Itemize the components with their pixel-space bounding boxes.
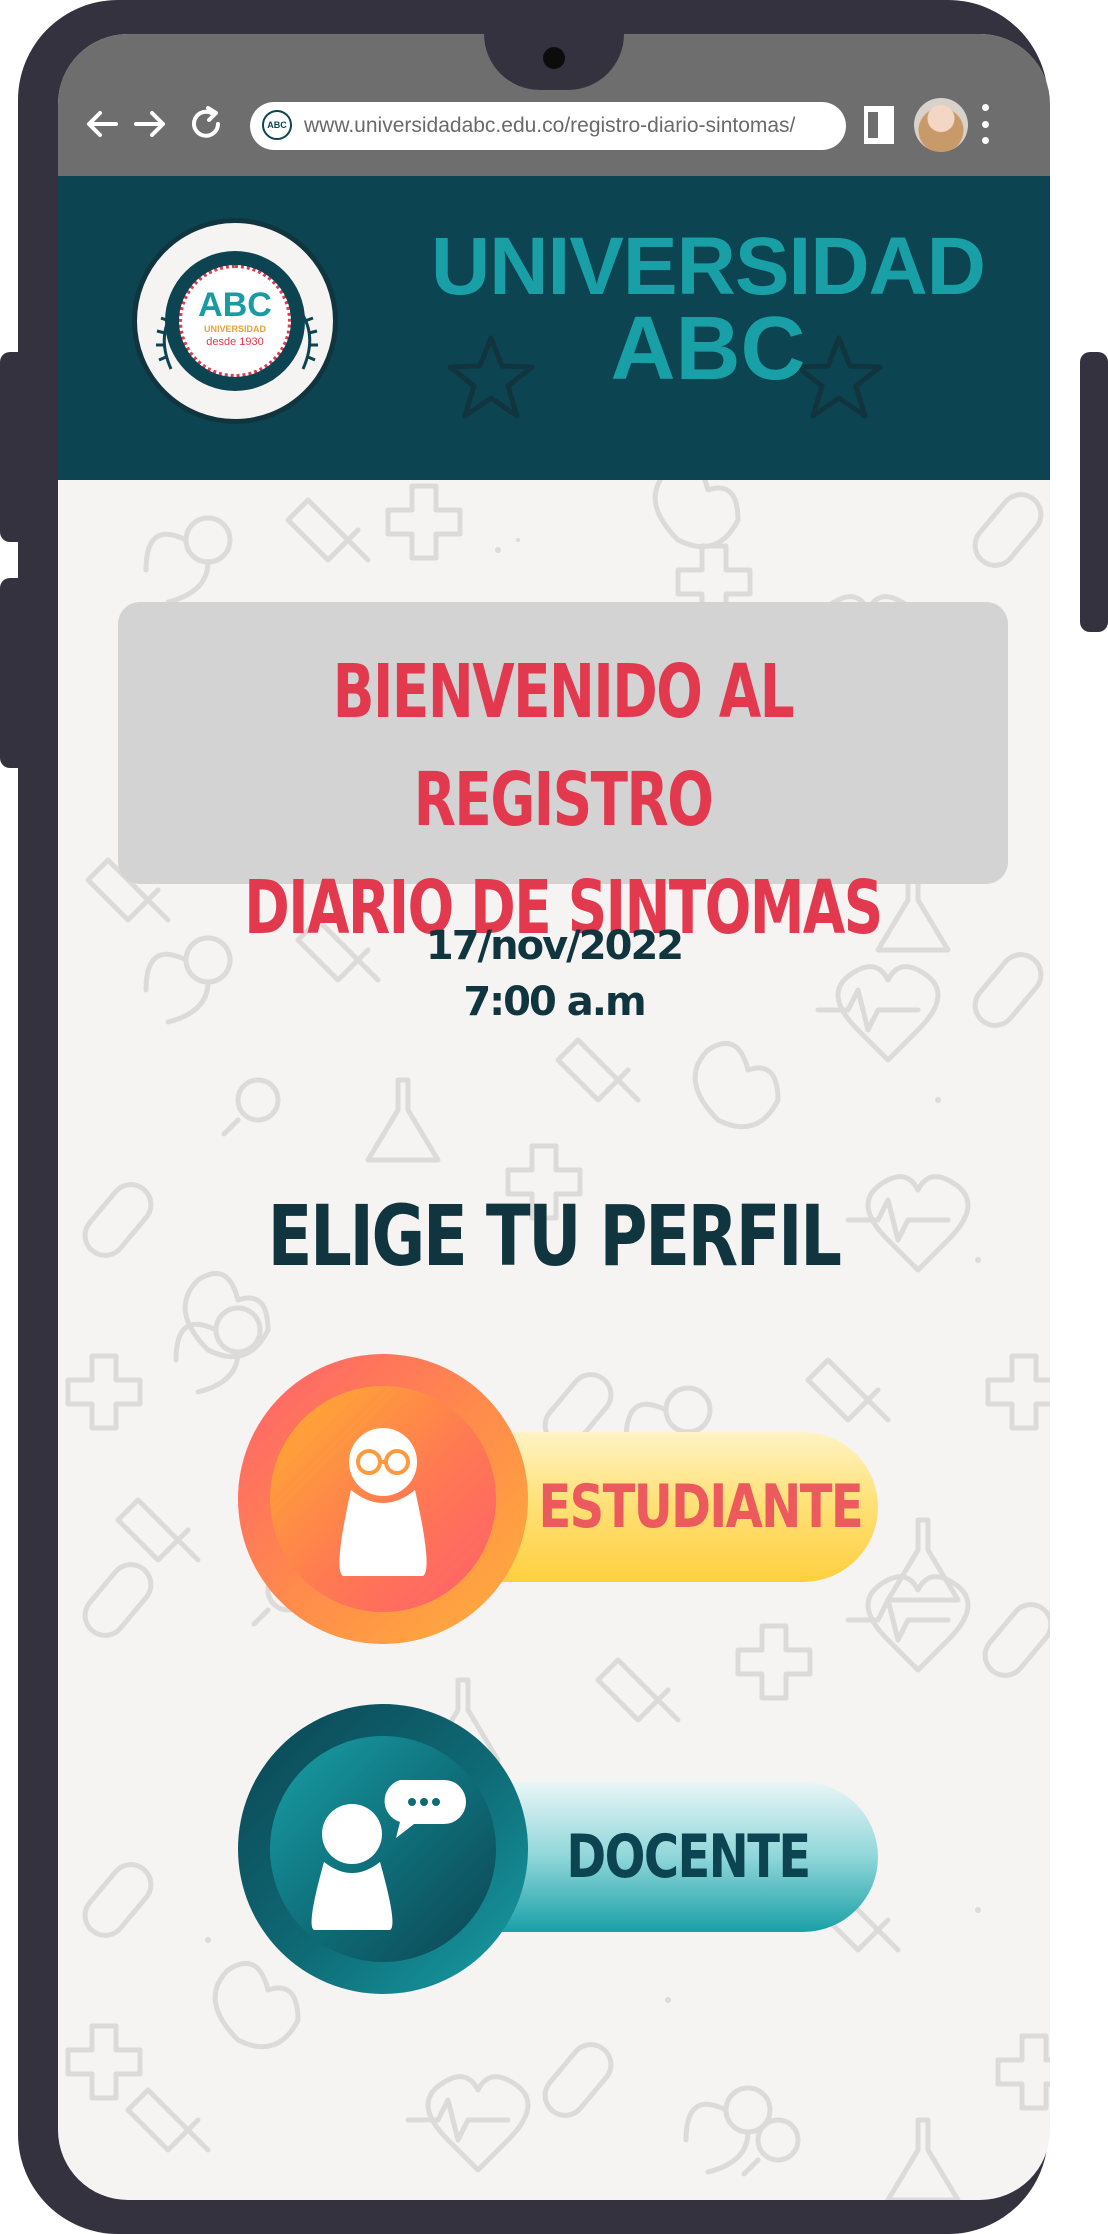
stethoscope-icon: [143, 515, 233, 605]
logo-abc-text: ABC: [198, 286, 272, 324]
syringe-icon: [125, 2087, 211, 2153]
title-line-2: ABC: [610, 299, 806, 399]
logo-university-text: UNIVERSIDAD: [203, 324, 266, 334]
cross-icon: [65, 2023, 143, 2101]
phone-side-button: [0, 578, 30, 768]
choose-profile-heading: ELIGE TU PERFIL: [58, 1186, 1050, 1286]
syringe-icon: [555, 1037, 641, 1103]
student-badge-inner: [270, 1386, 496, 1612]
title-line-1: UNIVERSIDAD: [431, 221, 986, 312]
logo-since-text: desde 1930: [206, 336, 264, 348]
cross-icon: [385, 483, 463, 561]
phone-side-button: [1080, 352, 1108, 632]
student-icon: [339, 1428, 427, 1576]
pill-icon: [82, 1562, 154, 1638]
date-text: 17/nov/2022: [425, 923, 684, 969]
profile-avatar[interactable]: [914, 98, 968, 152]
choose-profile-text: ELIGE TU PERFIL: [268, 1187, 842, 1285]
url-text[interactable]: www.universidadabc.edu.co/registro-diari…: [304, 102, 795, 150]
university-title: UNIVERSIDAD ABC: [398, 221, 1018, 399]
teacher-profile-button[interactable]: DOCENTE: [238, 1704, 902, 1994]
pill-icon: [542, 2042, 614, 2118]
flask-icon: [885, 2117, 961, 2200]
syringe-icon: [285, 497, 371, 563]
student-badge[interactable]: [238, 1354, 528, 1644]
camera-icon: [543, 47, 565, 69]
more-menu-icon[interactable]: [980, 104, 990, 144]
welcome-heading: BIENVENIDO AL REGISTRO DIARIO DE SINTOMA…: [118, 638, 1008, 962]
bacteria-icon: [741, 2117, 801, 2177]
syringe-icon: [115, 1497, 201, 1563]
teacher-icon: [311, 1780, 466, 1930]
date-time: 17/nov/2022 7:00 a.m: [58, 918, 1050, 1030]
site-header: ABC UNIVERSIDAD desde 1930 UNIVERSIDAD A…: [58, 176, 1050, 480]
student-profile-button[interactable]: ESTUDIANTE: [238, 1354, 902, 1644]
bacteria-icon: [221, 1077, 281, 1137]
teacher-badge-inner: [270, 1736, 496, 1962]
flask-icon: [365, 1077, 441, 1163]
heartbeat-icon: [405, 2074, 531, 2173]
cross-icon: [65, 1353, 143, 1431]
forward-arrow-icon[interactable]: [128, 102, 172, 146]
cross-icon: [985, 1353, 1050, 1431]
phone-screen: ABC www.universidadabc.edu.co/registro-d…: [58, 34, 1050, 2200]
phone-side-button: [0, 352, 30, 542]
welcome-banner: BIENVENIDO AL REGISTRO DIARIO DE SINTOMA…: [118, 602, 1008, 951]
time-text: 7:00 a.m: [463, 979, 646, 1025]
university-logo[interactable]: ABC UNIVERSIDAD desde 1930: [132, 218, 338, 424]
tab-view-icon[interactable]: [864, 106, 894, 144]
address-bar[interactable]: ABC www.universidadabc.edu.co/registro-d…: [250, 102, 846, 150]
back-arrow-icon[interactable]: [80, 102, 124, 146]
site-favicon: ABC: [262, 110, 292, 140]
kidney-icon: [692, 1040, 781, 1130]
kidney-icon: [652, 480, 741, 550]
logo-ring: ABC UNIVERSIDAD desde 1930: [165, 251, 305, 391]
teacher-label[interactable]: DOCENTE: [498, 1782, 878, 1932]
student-label[interactable]: ESTUDIANTE: [498, 1432, 878, 1582]
pill-icon: [82, 1862, 154, 1938]
cross-icon: [995, 2033, 1050, 2111]
reload-icon[interactable]: [184, 102, 228, 146]
teacher-badge[interactable]: [238, 1704, 528, 1994]
pill-icon: [982, 1602, 1050, 1678]
logo-seal: ABC UNIVERSIDAD desde 1930: [179, 265, 291, 377]
welcome-line-1: BIENVENIDO AL REGISTRO: [332, 649, 795, 843]
pill-icon: [972, 492, 1044, 568]
